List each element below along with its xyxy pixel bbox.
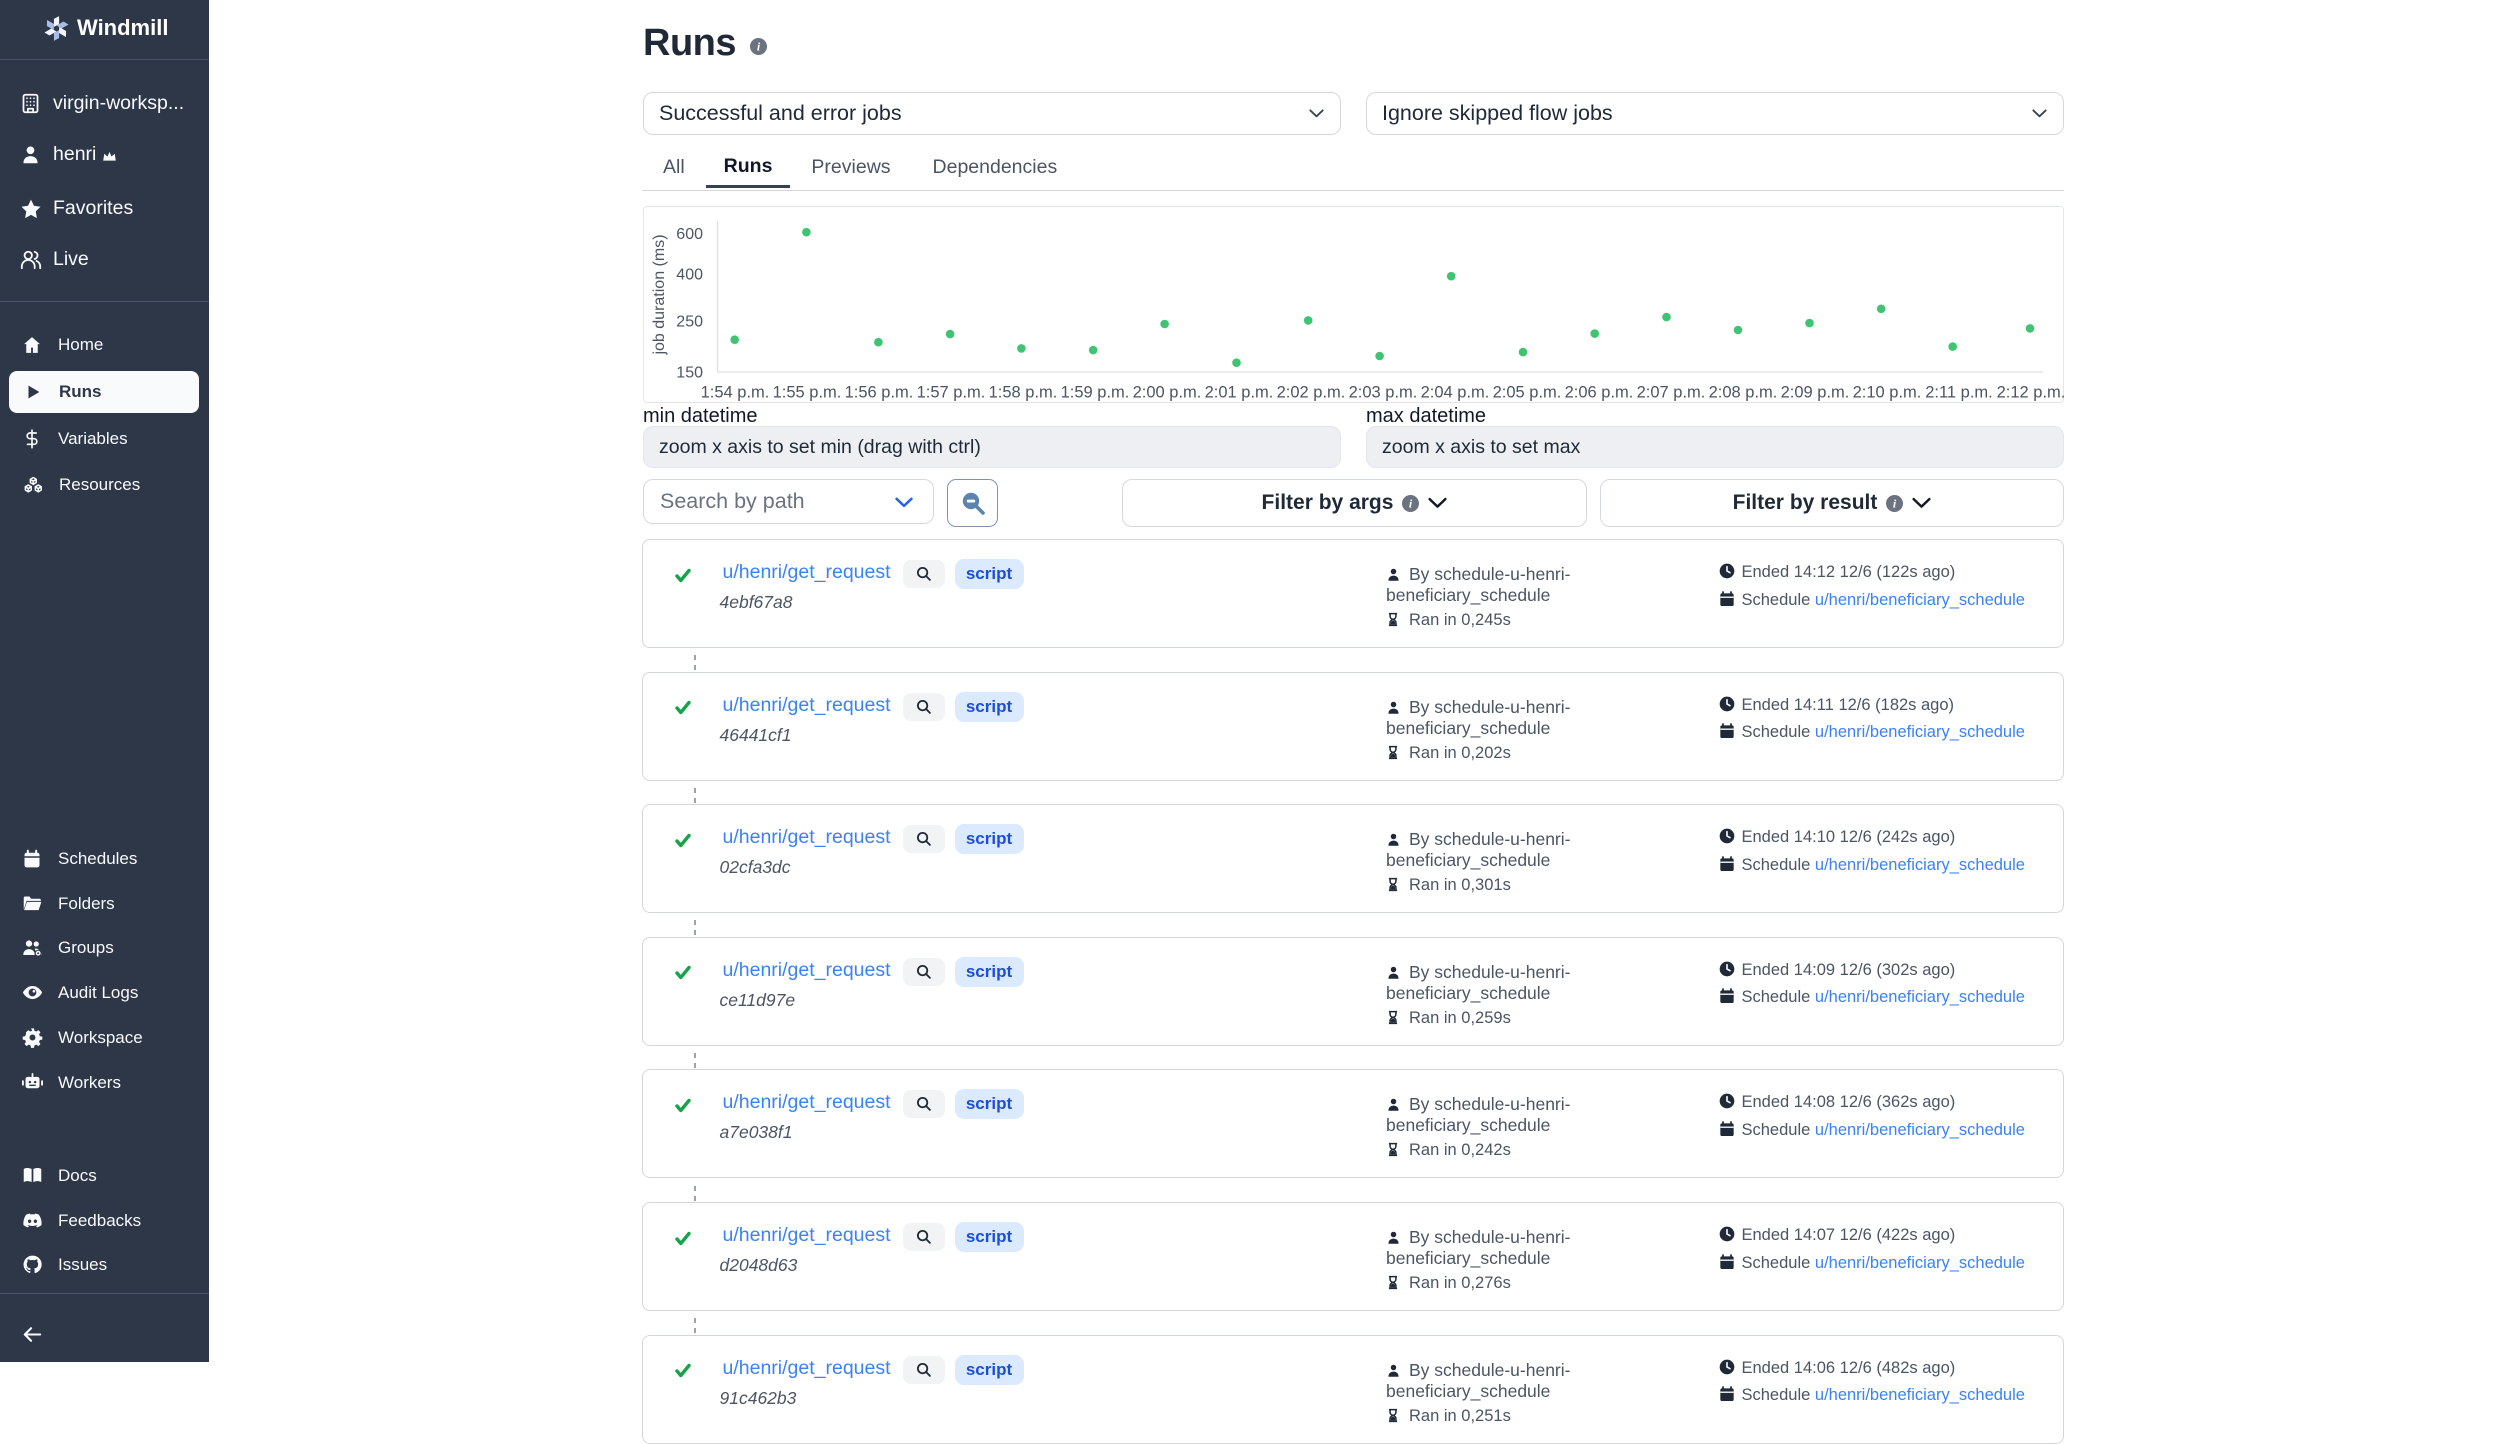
svg-text:2:04 p.m.: 2:04 p.m. bbox=[1421, 384, 1490, 402]
svg-text:2:09 p.m.: 2:09 p.m. bbox=[1781, 384, 1850, 402]
svg-text:1:58 p.m.: 1:58 p.m. bbox=[989, 384, 1058, 402]
svg-text:job duration (ms): job duration (ms) bbox=[651, 234, 668, 355]
svg-text:2:03 p.m.: 2:03 p.m. bbox=[1349, 384, 1418, 402]
svg-text:2:05 p.m.: 2:05 p.m. bbox=[1493, 384, 1562, 402]
svg-text:2:00 p.m.: 2:00 p.m. bbox=[1133, 384, 1202, 402]
svg-text:1:57 p.m.: 1:57 p.m. bbox=[917, 384, 986, 402]
svg-text:2:10 p.m.: 2:10 p.m. bbox=[1853, 384, 1922, 402]
svg-text:1:56 p.m.: 1:56 p.m. bbox=[845, 384, 914, 402]
svg-text:250: 250 bbox=[676, 314, 703, 331]
svg-text:1:55 p.m.: 1:55 p.m. bbox=[773, 384, 842, 402]
svg-text:2:11 p.m.: 2:11 p.m. bbox=[1925, 384, 1993, 402]
svg-text:2:01 p.m.: 2:01 p.m. bbox=[1205, 384, 1274, 402]
svg-text:1:59 p.m.: 1:59 p.m. bbox=[1061, 384, 1130, 402]
svg-text:600: 600 bbox=[676, 226, 703, 243]
svg-text:150: 150 bbox=[676, 365, 703, 382]
svg-text:2:02 p.m.: 2:02 p.m. bbox=[1277, 384, 1346, 402]
svg-text:2:08 p.m.: 2:08 p.m. bbox=[1709, 384, 1778, 402]
svg-text:2:07 p.m.: 2:07 p.m. bbox=[1637, 384, 1706, 402]
svg-text:1:54 p.m.: 1:54 p.m. bbox=[701, 384, 770, 402]
svg-text:2:06 p.m.: 2:06 p.m. bbox=[1565, 384, 1634, 402]
svg-text:400: 400 bbox=[676, 267, 703, 284]
svg-text:2:12 p.m.: 2:12 p.m. bbox=[1997, 384, 2064, 402]
